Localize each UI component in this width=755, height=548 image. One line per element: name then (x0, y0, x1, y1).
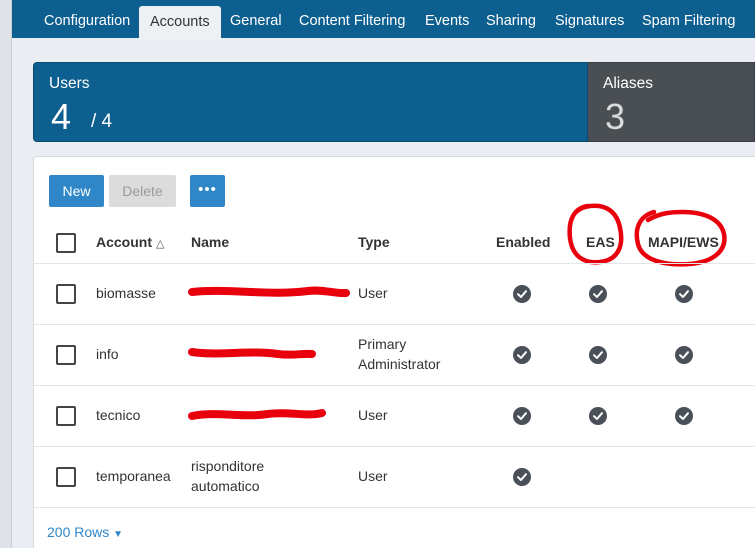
redacted-name (188, 348, 316, 359)
users-total: / 4 (91, 111, 113, 132)
users-summary-card[interactable]: Users 4 / 4 (33, 62, 588, 142)
table-divider (34, 263, 755, 264)
tab-sharing[interactable]: Sharing (486, 0, 536, 38)
mapi-ews-annotation-circle (634, 209, 727, 267)
tab-spam-filtering[interactable]: Spam Filtering (642, 0, 735, 38)
aliases-card-label: Aliases (603, 75, 653, 92)
top-tab-bar: Configuration Accounts General Content F… (12, 0, 755, 40)
table-divider (34, 385, 755, 386)
more-actions-button[interactable]: ••• (190, 175, 225, 207)
row-checkbox[interactable] (56, 467, 76, 487)
sort-ascending-icon: △ (156, 238, 165, 250)
type-cell: Primary Administrator (358, 336, 441, 372)
row-checkbox[interactable] (56, 345, 76, 365)
aliases-count: 3 (605, 96, 626, 137)
column-header-type[interactable]: Type (358, 234, 390, 250)
type-cell: User (358, 468, 388, 484)
enabled-check-icon (513, 407, 531, 425)
redacted-name (188, 409, 326, 420)
mapi-check-icon (675, 407, 693, 425)
row-checkbox[interactable] (56, 284, 76, 304)
account-cell[interactable]: temporanea (96, 466, 171, 486)
users-card-label: Users (49, 75, 90, 92)
column-header-account[interactable]: Account △ (96, 234, 164, 250)
table-divider (34, 507, 755, 508)
rows-per-page-label: 200 Rows (47, 524, 110, 540)
eas-check-icon (589, 346, 607, 364)
rows-per-page-dropdown[interactable]: 200 Rows ▼ (47, 524, 123, 540)
table-divider (34, 324, 755, 325)
redacted-name (188, 286, 350, 298)
enabled-check-icon (513, 468, 531, 486)
type-cell: User (358, 285, 388, 301)
tab-signatures[interactable]: Signatures (555, 0, 624, 38)
eas-check-icon (589, 285, 607, 303)
column-header-account-label: Account (96, 234, 152, 250)
select-all-checkbox[interactable] (56, 233, 76, 253)
users-count: 4 (51, 96, 72, 137)
tab-events[interactable]: Events (425, 0, 469, 38)
new-button[interactable]: New (49, 175, 104, 207)
enabled-check-icon (513, 346, 531, 364)
name-cell: risponditore automatico (191, 458, 265, 494)
account-cell[interactable]: info (96, 344, 119, 364)
chevron-down-icon: ▼ (113, 529, 124, 540)
aliases-summary-card[interactable]: Aliases 3 (588, 62, 755, 142)
account-cell[interactable]: tecnico (96, 405, 140, 425)
column-header-enabled[interactable]: Enabled (496, 234, 550, 250)
table-divider (34, 446, 755, 447)
eas-check-icon (589, 407, 607, 425)
mapi-check-icon (675, 285, 693, 303)
tab-general[interactable]: General (230, 0, 282, 38)
row-checkbox[interactable] (56, 406, 76, 426)
eas-annotation-circle (567, 203, 624, 265)
enabled-check-icon (513, 285, 531, 303)
left-sidebar-edge (0, 0, 12, 548)
type-cell: User (358, 407, 388, 423)
account-cell[interactable]: biomasse (96, 283, 156, 303)
column-header-name[interactable]: Name (191, 234, 229, 250)
delete-button[interactable]: Delete (109, 175, 176, 207)
tab-content-filtering[interactable]: Content Filtering (299, 0, 405, 38)
tab-accounts[interactable]: Accounts (139, 6, 221, 40)
mapi-check-icon (675, 346, 693, 364)
tab-configuration[interactable]: Configuration (44, 0, 130, 38)
